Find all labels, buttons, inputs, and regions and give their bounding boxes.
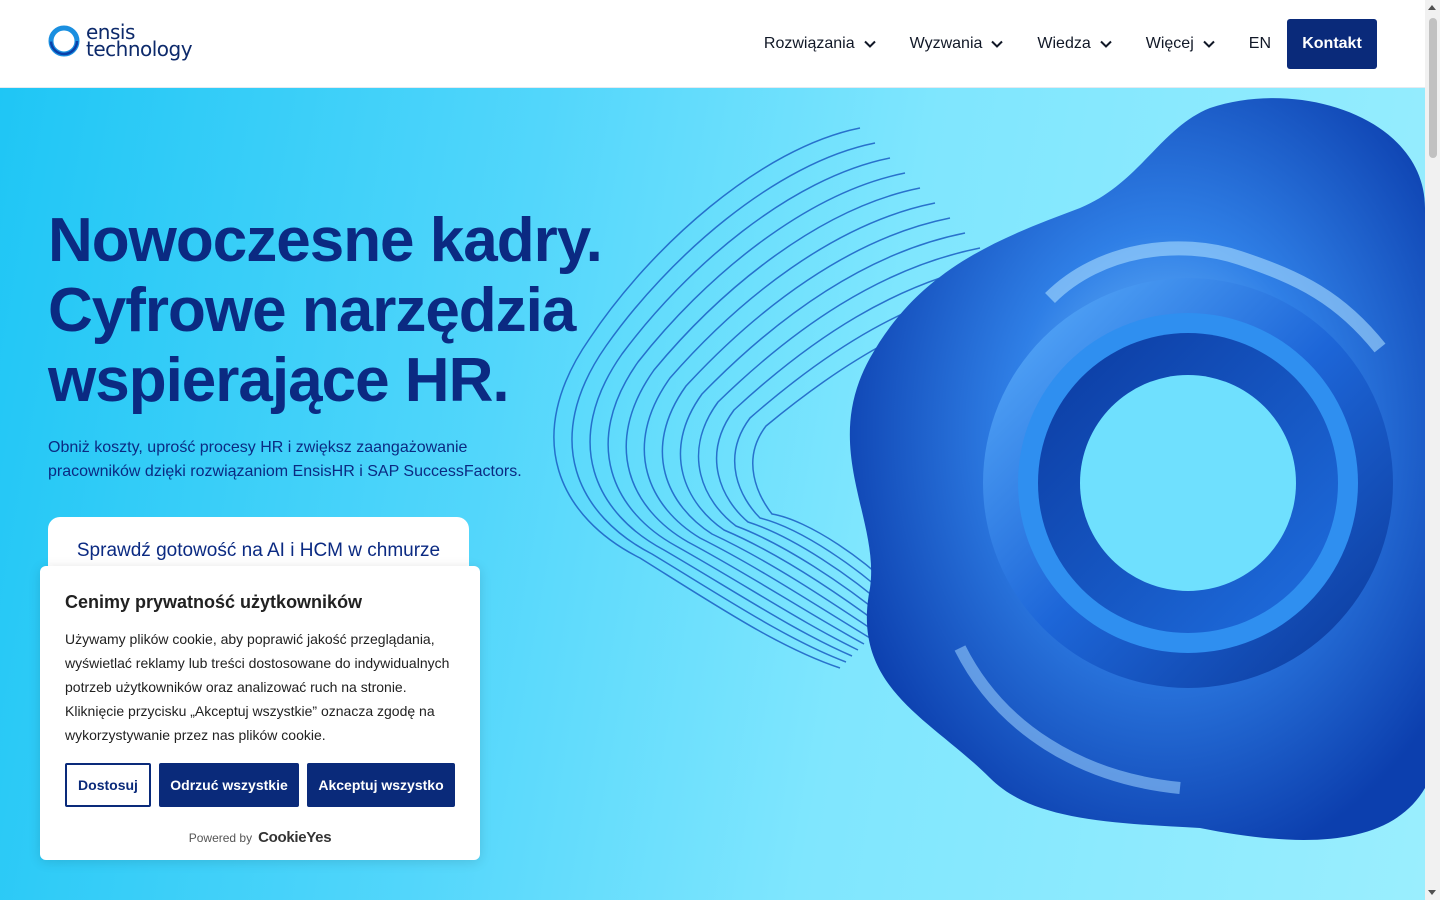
scroll-up-arrow-icon[interactable] bbox=[1428, 5, 1436, 10]
hero-title: Nowoczesne kadry. Cyfrowe narzędzia wspi… bbox=[48, 206, 608, 416]
chevron-down-icon bbox=[863, 40, 876, 48]
chevron-down-icon bbox=[1100, 40, 1112, 48]
cookie-consent-banner: Cenimy prywatność użytkowników Używamy p… bbox=[40, 566, 480, 860]
ensis-ring-logo-icon bbox=[48, 25, 80, 57]
chevron-down-icon bbox=[991, 40, 1004, 48]
main-nav: Rozwiązania Wyzwania Wiedza Więcej EN Ko… bbox=[764, 19, 1377, 69]
site-header: ensis technology Rozwiązania Wyzwania Wi… bbox=[0, 0, 1425, 88]
nav-label: Więcej bbox=[1145, 35, 1194, 52]
contact-button[interactable]: Kontakt bbox=[1287, 19, 1377, 69]
powered-by-label: Powered by bbox=[188, 830, 253, 845]
hero-subtitle: Obniż koszty, uprość procesy HR i zwięks… bbox=[48, 439, 522, 480]
cookie-customize-button[interactable]: Dostosuj bbox=[65, 763, 151, 807]
scrollbar-thumb[interactable] bbox=[1429, 18, 1437, 158]
cookie-accept-all-button[interactable]: Akceptuj wszystko bbox=[307, 763, 455, 807]
cookie-title: Cenimy prywatność użytkowników bbox=[65, 592, 363, 612]
cookie-description: Używamy plików cookie, aby poprawić jako… bbox=[65, 631, 450, 743]
logo-wordmark: ensis technology bbox=[86, 22, 193, 61]
cookie-reject-all-button[interactable]: Odrzuć wszystkie bbox=[159, 763, 299, 807]
scroll-down-arrow-icon[interactable] bbox=[1428, 890, 1436, 895]
cookieyes-logo[interactable]: CookieYes bbox=[258, 829, 331, 846]
nav-item-wyzwania[interactable]: Wyzwania bbox=[910, 35, 1004, 53]
language-switch[interactable]: EN bbox=[1249, 35, 1271, 53]
nav-item-wiecej[interactable]: Więcej bbox=[1146, 35, 1215, 53]
cookie-actions: Dostosuj Odrzuć wszystkie Akceptuj wszys… bbox=[65, 763, 455, 807]
logo-line-2: technology bbox=[86, 37, 193, 61]
hero-title-line-2: Cyfrowe narzędzia bbox=[48, 276, 576, 345]
ensis-logo[interactable]: ensis technology bbox=[48, 22, 193, 61]
nav-item-rozwiazania[interactable]: Rozwiązania bbox=[764, 35, 876, 53]
page-scrollbar[interactable] bbox=[1425, 0, 1440, 900]
nav-label: Rozwiązania bbox=[763, 35, 855, 52]
hero-title-line-3: wspierające HR. bbox=[48, 346, 510, 415]
chevron-down-icon bbox=[1203, 40, 1215, 48]
nav-item-wiedza[interactable]: Wiedza bbox=[1037, 35, 1112, 53]
hero-title-line-1: Nowoczesne kadry. bbox=[48, 206, 603, 275]
nav-label: Wiedza bbox=[1037, 35, 1091, 52]
nav-label: Wyzwania bbox=[909, 35, 983, 52]
cookie-powered-by: Powered by CookieYes bbox=[65, 829, 455, 846]
